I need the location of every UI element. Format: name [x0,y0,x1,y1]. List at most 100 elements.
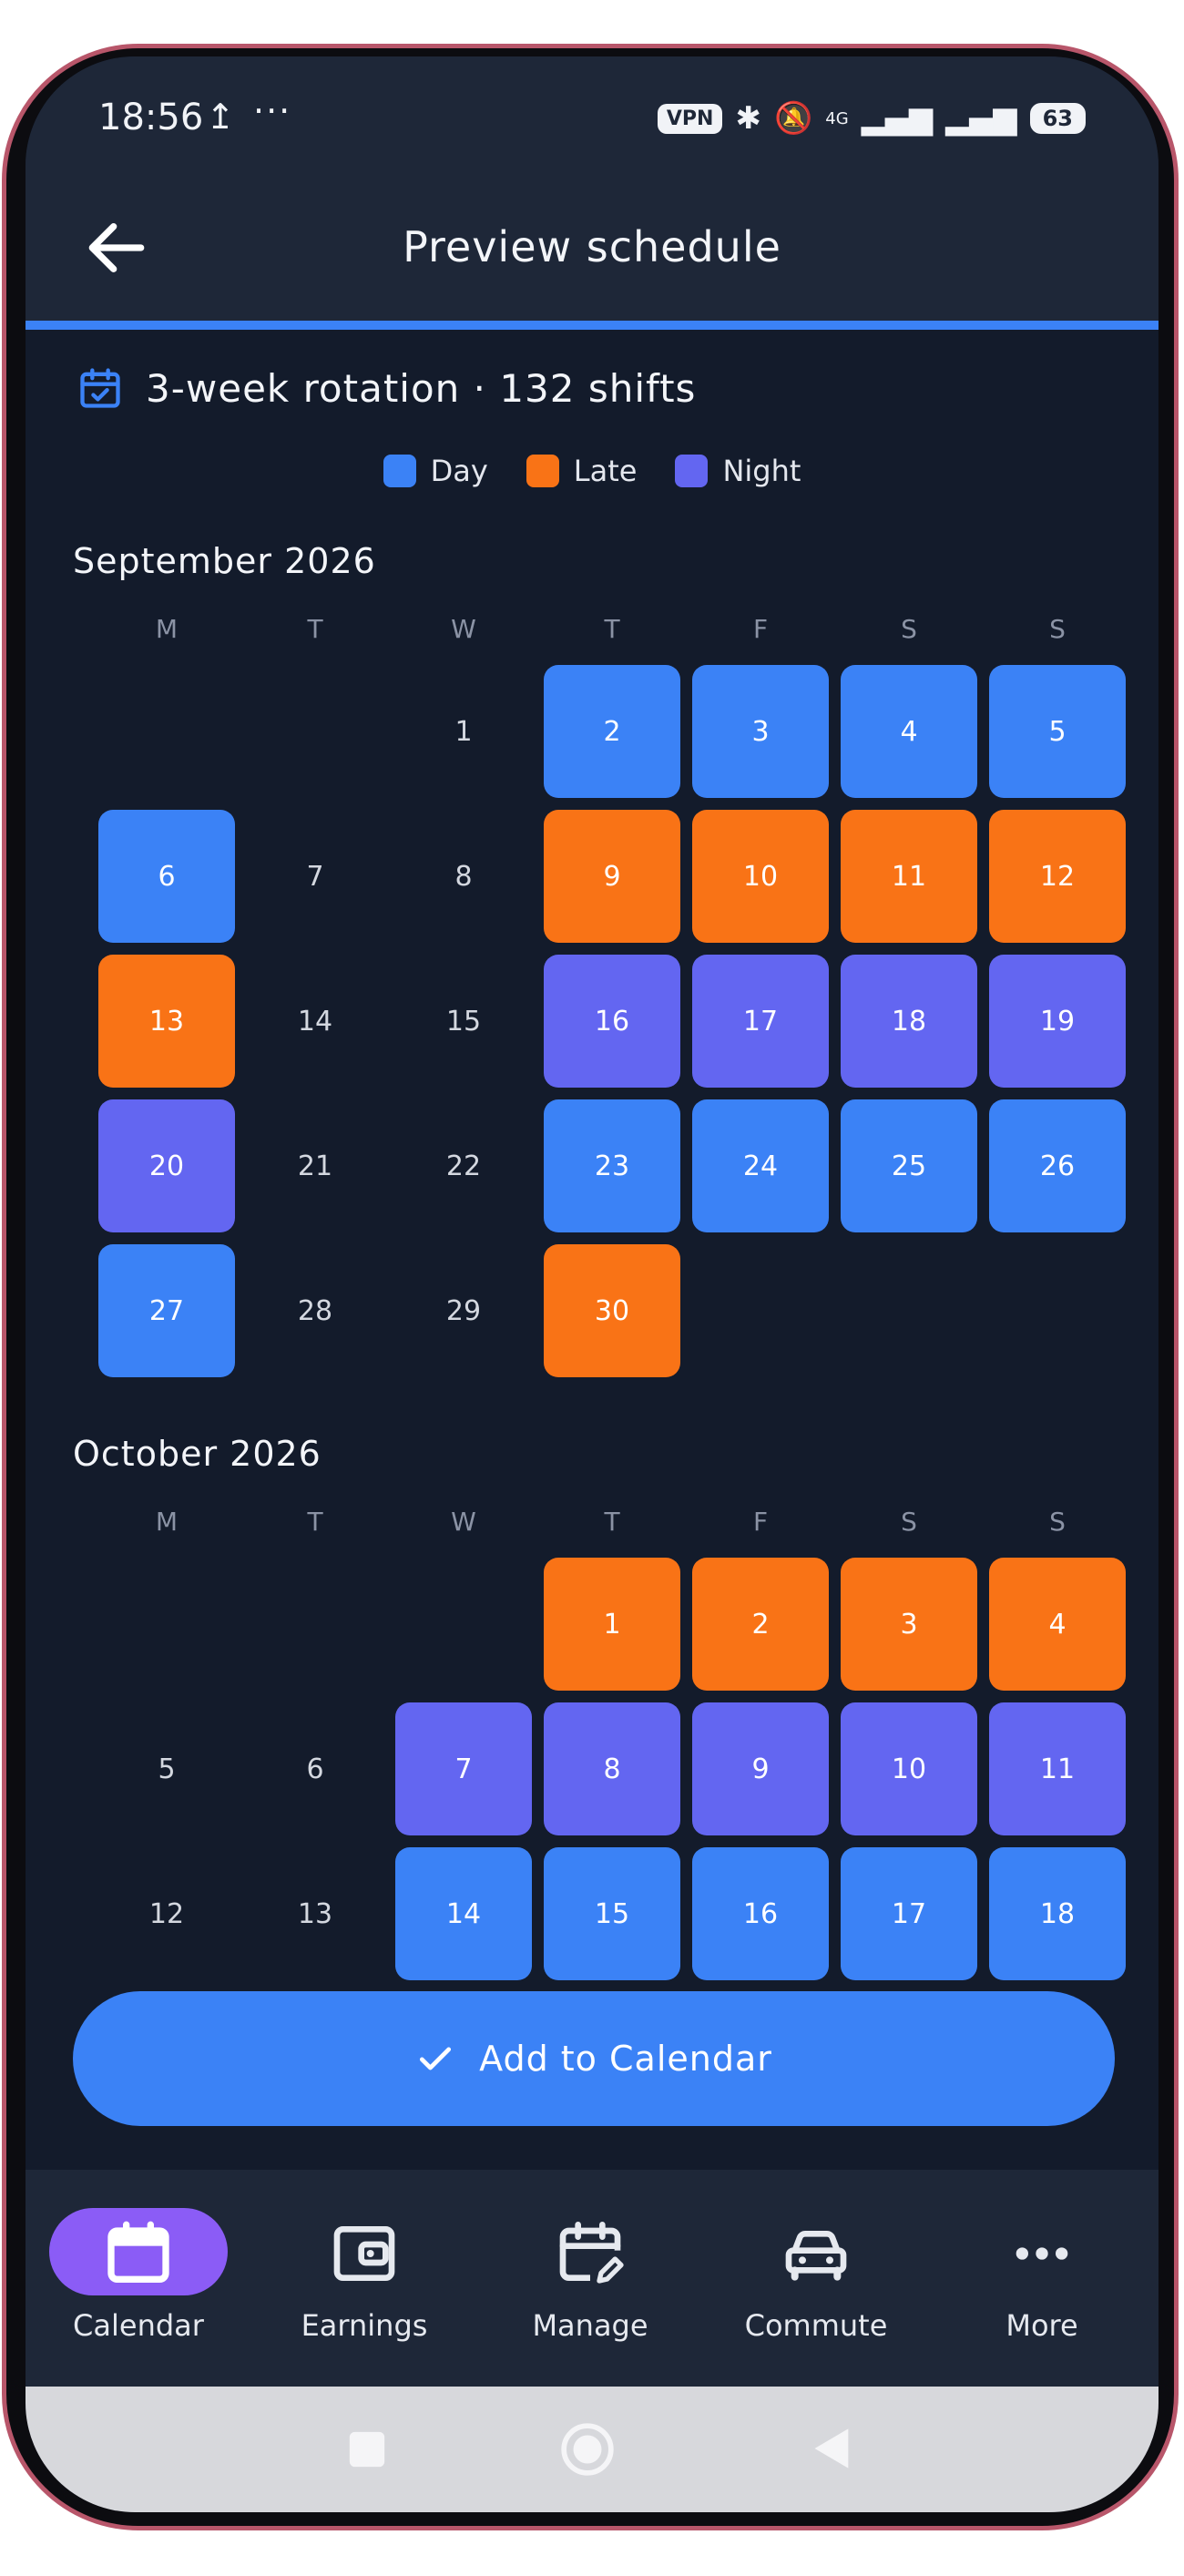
shift-day-cell[interactable]: 17 [692,955,829,1088]
day-cell[interactable]: 22 [395,1099,532,1232]
add-to-calendar-button[interactable]: Add to Calendar [73,1991,1115,2126]
shift-day-cell[interactable]: 30 [544,1244,680,1377]
weekday-header: W [451,614,476,644]
weekday-header: T [307,614,323,644]
legend-day-swatch [383,455,416,487]
legend-night-label: Night [722,454,801,488]
shift-day-cell[interactable]: 6 [98,810,235,943]
weekday-header: S [1049,614,1066,644]
weekday-header: T [604,1507,620,1537]
shift-day-cell[interactable]: 23 [544,1099,680,1232]
weekday-header: T [307,1507,323,1537]
bluetooth-icon: ✱ [735,100,761,137]
add-to-calendar-label: Add to Calendar [479,2039,772,2079]
shift-day-cell[interactable]: 16 [544,955,680,1088]
shift-day-cell[interactable]: 1 [544,1558,680,1691]
vpn-badge: VPN [657,103,723,134]
shift-day-cell[interactable]: 9 [544,810,680,943]
shift-day-cell[interactable]: 27 [98,1244,235,1377]
nav-item-more[interactable]: More [929,2170,1155,2387]
shift-day-cell[interactable]: 25 [841,1099,977,1232]
month-title: September 2026 [73,541,376,581]
back-nav-icon[interactable] [809,2425,856,2472]
shift-day-cell[interactable]: 12 [989,810,1126,943]
shift-day-cell[interactable]: 15 [544,1847,680,1980]
shift-day-cell[interactable]: 2 [692,1558,829,1691]
shift-day-cell[interactable]: 14 [395,1847,532,1980]
rotation-summary: 3-week rotation · 132 shifts [77,364,696,412]
day-cell[interactable]: 1 [395,665,532,798]
weekday-header: S [901,614,917,644]
dots-icon: ··· [253,91,292,131]
weekday-header: F [752,1507,769,1537]
shift-day-cell[interactable]: 10 [841,1702,977,1835]
legend-night-swatch [675,455,709,487]
legend-late-label: Late [573,454,638,488]
shift-day-cell[interactable]: 11 [841,810,977,943]
legend-day: Day [383,454,488,488]
day-cell[interactable]: 6 [247,1702,383,1835]
nav-item-earnings[interactable]: Earnings [251,2170,477,2387]
shift-day-cell[interactable]: 20 [98,1099,235,1232]
day-cell[interactable]: 8 [395,810,532,943]
shift-day-cell[interactable]: 7 [395,1702,532,1835]
shift-day-cell[interactable]: 26 [989,1099,1126,1232]
signal-icon-2: ▂▄▆ [945,100,1017,137]
shift-day-cell[interactable]: 10 [692,810,829,943]
recents-icon[interactable] [346,2428,388,2470]
shift-day-cell[interactable]: 16 [692,1847,829,1980]
shift-day-cell[interactable]: 3 [841,1558,977,1691]
home-icon[interactable] [559,2421,616,2478]
nav-label-calendar: Calendar [73,2308,204,2343]
day-cell[interactable]: 28 [247,1244,383,1377]
weekday-header: W [451,1507,476,1537]
car-icon [785,2231,847,2281]
shift-day-cell[interactable]: 18 [989,1847,1126,1980]
more-icon [1016,2247,1068,2260]
shift-legend: Day Late Night [26,454,1158,488]
status-time: 18:56 [98,97,204,138]
app-bar: Preview schedule [26,184,1158,321]
day-cell[interactable]: 12 [98,1847,235,1980]
calendar-october: M T W T F S S 1 2 3 4 5 6 7 8 9 10 11 12 13 14 15 16 17 18 [26,1505,1158,2022]
calendar-icon [107,2221,169,2283]
weekday-header: M [155,1507,179,1537]
check-icon [420,2047,452,2070]
shift-day-cell[interactable]: 11 [989,1702,1126,1835]
day-cell[interactable]: 29 [395,1244,532,1377]
day-cell[interactable]: 14 [247,955,383,1088]
day-cell[interactable]: 7 [247,810,383,943]
shift-day-cell[interactable]: 24 [692,1099,829,1232]
shift-day-cell[interactable]: 4 [841,665,977,798]
battery-indicator: 63 [1029,103,1086,134]
day-cell[interactable]: 5 [98,1702,235,1835]
shift-day-cell[interactable]: 13 [98,955,235,1088]
shift-day-cell[interactable]: 8 [544,1702,680,1835]
legend-day-label: Day [430,454,488,488]
day-cell[interactable]: 21 [247,1099,383,1232]
nav-item-commute[interactable]: Commute [703,2170,929,2387]
shift-day-cell[interactable]: 3 [692,665,829,798]
month-title: October 2026 [73,1434,322,1474]
status-indicators: VPN ✱ 🔕 4G ▂▄▆ ▂▄▆ 63 [657,100,1086,137]
nav-item-calendar[interactable]: Calendar [26,2170,251,2387]
shift-day-cell[interactable]: 2 [544,665,680,798]
shift-day-cell[interactable]: 19 [989,955,1126,1088]
status-bar: 18:56 ↥ ··· VPN ✱ 🔕 4G ▂▄▆ ▂▄▆ 63 [26,56,1158,184]
shift-day-cell[interactable]: 17 [841,1847,977,1980]
shift-day-cell[interactable]: 4 [989,1558,1126,1691]
signal-icon: ▂▄▆ [861,100,934,137]
nav-item-manage[interactable]: Manage [477,2170,703,2387]
legend-late: Late [526,454,638,488]
shift-day-cell[interactable]: 18 [841,955,977,1088]
legend-late-swatch [526,455,559,487]
day-cell[interactable]: 13 [247,1847,383,1980]
shift-day-cell[interactable]: 9 [692,1702,829,1835]
day-cell[interactable]: 15 [395,955,532,1088]
calendar-edit-icon [559,2222,624,2284]
upload-icon: ↥ [206,97,235,137]
accent-divider [26,321,1158,330]
shift-day-cell[interactable]: 5 [989,665,1126,798]
wallet-icon [333,2226,395,2281]
nav-label-manage: Manage [532,2308,648,2343]
